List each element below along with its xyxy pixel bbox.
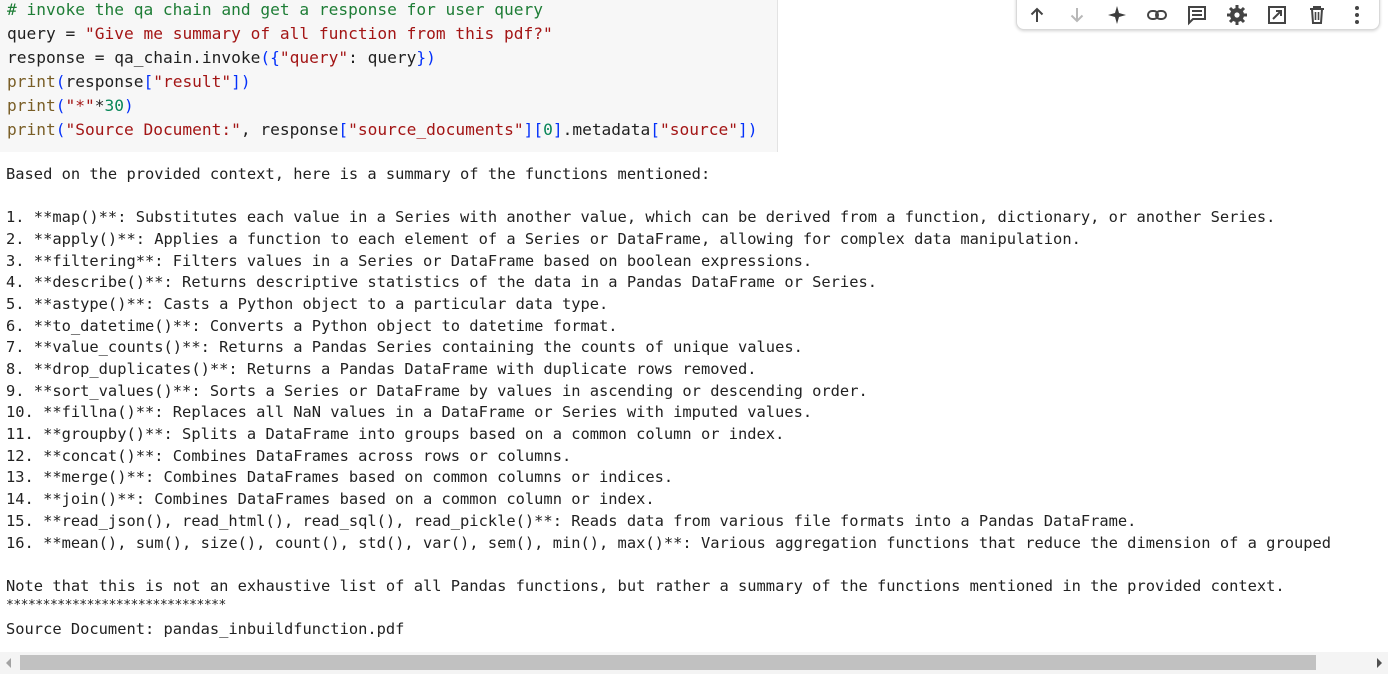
output-list-item: 14. **join()**: Combines DataFrames base… [6,490,655,508]
code-comment: # invoke the qa chain and get a response… [7,0,544,19]
code-bracket: ] [552,120,563,139]
code-bracket: ({ [260,48,280,67]
code-bracket: [ [338,120,349,139]
output-list-item: 7. **value_counts()**: Returns a Pandas … [6,338,803,356]
code-token: = [84,48,115,67]
scroll-left-icon[interactable] [6,658,11,668]
output-list-item: 15. **read_json(), read_html(), read_sql… [6,512,1137,530]
cell-output: Based on the provided context, here is a… [0,153,1388,651]
code-string: "result" [153,72,232,91]
code-token: response [7,48,85,67]
sparkle-icon [1108,6,1126,24]
code-function: print [7,120,56,139]
output-list-item: 10. **fillna()**: Replaces all NaN value… [6,403,813,421]
code-bracket: ) [123,96,134,115]
delete-cell-button[interactable] [1303,1,1331,29]
code-token: .metadata [562,120,651,139]
code-bracket: ) [747,120,758,139]
copy-link-button[interactable] [1143,1,1171,29]
code-token: response [260,120,339,139]
code-string: "query" [279,48,349,67]
code-token: = [55,24,85,43]
horizontal-scrollbar[interactable] [0,652,1388,674]
code-bracket: }) [416,48,436,67]
move-up-button[interactable] [1023,1,1051,29]
code-function: print [7,72,56,91]
output-list-item: 11. **groupby()**: Splits a DataFrame in… [6,425,785,443]
code-token: response [65,72,144,91]
code-token: , [240,120,261,139]
output-list-item: 1. **map()**: Substitutes each value in … [6,208,1276,226]
code-string: "Source Document:" [65,120,241,139]
code-token: qa_chain.invoke [114,48,261,67]
gear-icon [1227,5,1247,25]
output-separator: ****************************** [6,598,226,613]
output-list-item: 6. **to_datetime()**: Converts a Python … [6,317,618,335]
mirror-cell-icon [1268,6,1286,24]
ai-assist-button[interactable] [1103,1,1131,29]
code-bracket: [ [533,120,544,139]
code-string: "source" [660,120,739,139]
code-string: "source_documents" [348,120,524,139]
link-icon [1147,10,1167,20]
code-line-response: response = qa_chain.invoke({"query": que… [7,46,436,70]
output-list-item: 4. **describe()**: Returns descriptive s… [6,273,877,291]
output-intro: Based on the provided context, here is a… [6,165,711,183]
output-list-item: 3. **filtering**: Filters values in a Se… [6,252,813,270]
code-string: "*" [65,96,95,115]
add-comment-button[interactable] [1183,1,1211,29]
scrollbar-thumb[interactable] [20,655,1316,670]
code-function: print [7,96,56,115]
cell-toolbar [1016,0,1380,30]
code-bracket: [ [650,120,661,139]
code-bracket: ] [738,120,748,139]
output-list-item: 12. **concat()**: Combines DataFrames ac… [6,447,572,465]
code-token: query [7,24,56,43]
code-line-print-source: print("Source Document:", response["sour… [7,118,758,142]
code-string: "Give me summary of all function from th… [84,24,553,43]
output-list-item: 16. **mean(), sum(), size(), count(), st… [6,534,1332,552]
output-list-item: 8. **drop_duplicates()**: Returns a Pand… [6,360,757,378]
output-source: Source Document: pandas_inbuildfunction.… [6,620,405,638]
code-cell[interactable]: # invoke the qa chain and get a response… [0,0,778,152]
comment-icon [1188,6,1206,26]
output-note: Note that this is not an exhaustive list… [6,577,1285,595]
output-list-item: 13. **merge()**: Combines DataFrames bas… [6,468,674,486]
scroll-right-icon[interactable] [1377,658,1382,668]
arrow-up-icon [1030,7,1044,22]
output-list-item: 2. **apply()**: Applies a function to ea… [6,230,1081,248]
code-bracket: [ [143,72,154,91]
code-line-query: query = "Give me summary of all function… [7,22,553,46]
code-number: 30 [104,96,124,115]
code-bracket: ] [231,72,241,91]
output-list-item: 9. **sort_values()**: Sorts a Series or … [6,382,868,400]
code-token: query [367,48,417,67]
more-options-button[interactable] [1343,1,1371,29]
output-list-item: 5. **astype()**: Casts a Python object t… [6,295,609,313]
code-line-print-stars: print("*"*30) [7,94,134,118]
trash-icon [1310,6,1324,24]
code-number: 0 [543,120,553,139]
more-vert-icon [1355,6,1359,24]
code-line-print-result: print(response["result"]) [7,70,251,94]
code-bracket: ] [523,120,534,139]
arrow-down-icon [1070,8,1084,23]
code-line-comment: # invoke the qa chain and get a response… [7,0,543,22]
mirror-cell-button[interactable] [1263,1,1291,29]
code-token: : [348,48,368,67]
code-bracket: ) [240,72,251,91]
settings-button[interactable] [1223,1,1251,29]
move-down-button[interactable] [1063,1,1091,29]
